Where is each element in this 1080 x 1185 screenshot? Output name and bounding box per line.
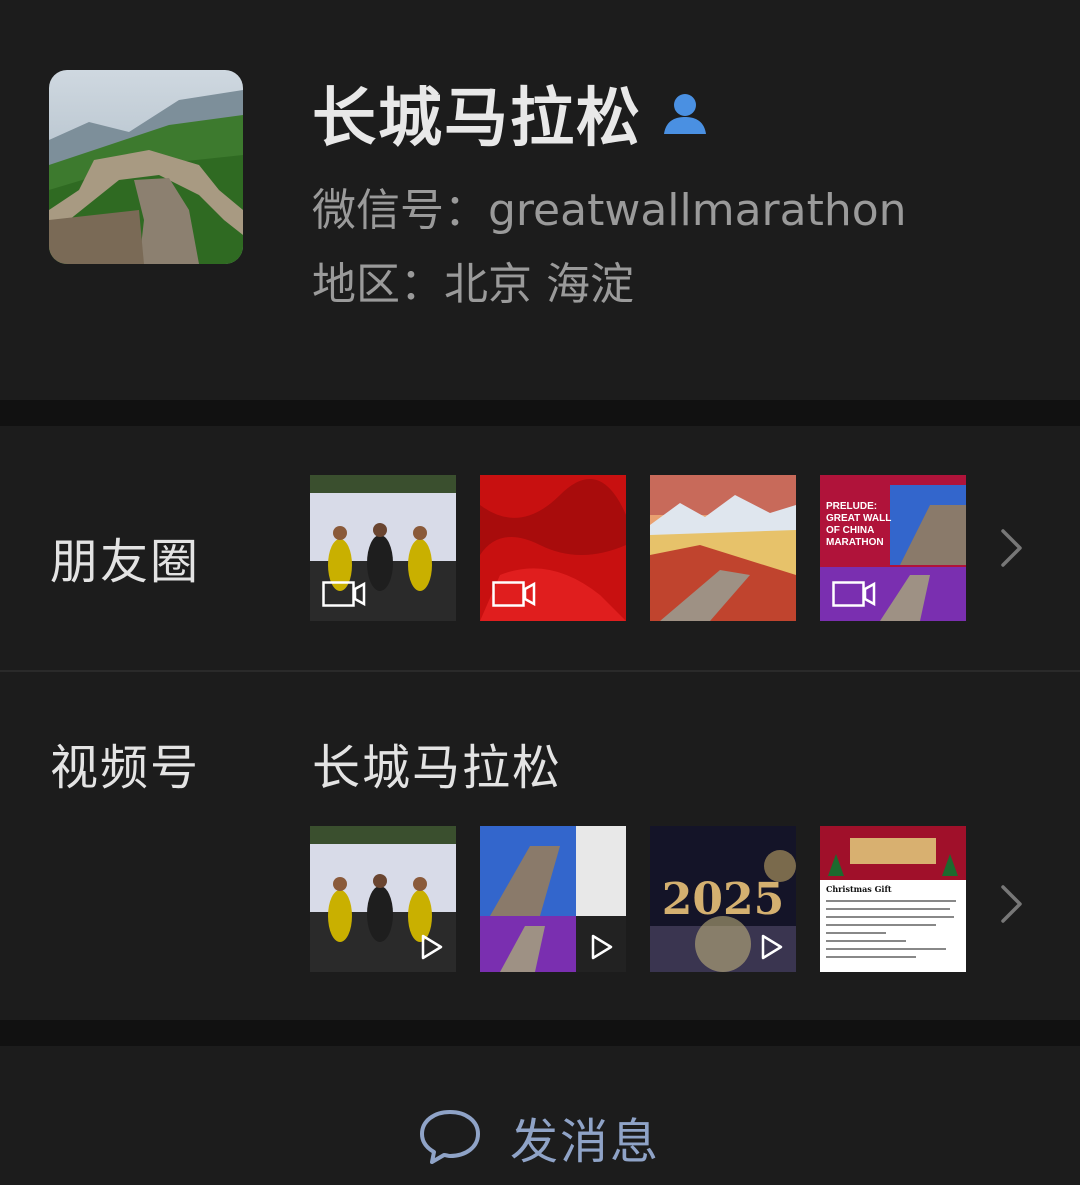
channels-thumb-3[interactable]: 2025: [650, 826, 796, 972]
svg-text:MARATHON: MARATHON: [826, 537, 884, 548]
profile-name-row: 长城马拉松: [312, 78, 708, 156]
svg-text:PRELUDE:: PRELUDE:: [826, 501, 877, 512]
moments-thumbnails: PRELUDE: GREAT WALL OF CHINA MARATHON: [310, 475, 966, 621]
svg-text:Christmas Gift: Christmas Gift: [826, 884, 892, 894]
avatar[interactable]: [49, 70, 243, 264]
chevron-right-icon: [1001, 529, 1022, 567]
svg-text:GREAT WALL: GREAT WALL: [826, 513, 891, 524]
channels-thumb-1[interactable]: [310, 826, 456, 972]
video-icon: [322, 581, 366, 607]
profile-name: 长城马拉松: [312, 82, 642, 156]
moments-thumb-2[interactable]: [480, 475, 626, 621]
channels-thumbnails: 2025 Christmas Gift: [310, 826, 966, 972]
moments-thumb-3[interactable]: [650, 475, 796, 621]
profile-header: 长城马拉松 微信号：greatwallmarathon 地区：北京 海淀: [0, 0, 1080, 400]
video-icon: [492, 581, 536, 607]
channels-row[interactable]: 视频号 长城马拉松 2025 Christmas Gift: [0, 672, 1080, 1020]
channels-thumb-4[interactable]: Christmas Gift: [820, 826, 966, 972]
wechat-id: 微信号：greatwallmarathon: [312, 185, 907, 236]
official-account-icon: [664, 94, 706, 134]
channel-name: 长城马拉松: [312, 740, 563, 796]
section-separator: [0, 400, 1080, 426]
play-icon: [761, 934, 783, 960]
video-icon: [832, 581, 876, 607]
moments-thumb-4[interactable]: PRELUDE: GREAT WALL OF CHINA MARATHON: [820, 475, 966, 621]
chat-bubble-icon: [420, 1110, 480, 1164]
footer-bar: 发消息: [0, 1046, 1080, 1185]
section-separator: [0, 1020, 1080, 1046]
svg-text:OF CHINA: OF CHINA: [826, 525, 874, 536]
moments-thumb-1[interactable]: [310, 475, 456, 621]
send-message-label: 发消息: [510, 1114, 661, 1170]
play-icon: [591, 934, 613, 960]
moments-label: 朋友圈: [50, 534, 201, 590]
channels-label: 视频号: [50, 740, 201, 796]
play-icon: [421, 934, 443, 960]
chevron-right-icon: [1001, 885, 1022, 923]
send-message-button[interactable]: 发消息: [418, 1102, 660, 1172]
svg-text:2025: 2025: [662, 874, 784, 925]
region: 地区：北京 海淀: [312, 259, 634, 310]
moments-row[interactable]: 朋友圈 PRELUDE: GREAT WALL OF CHINA MARATHO…: [0, 426, 1080, 670]
channels-thumb-2[interactable]: [480, 826, 626, 972]
